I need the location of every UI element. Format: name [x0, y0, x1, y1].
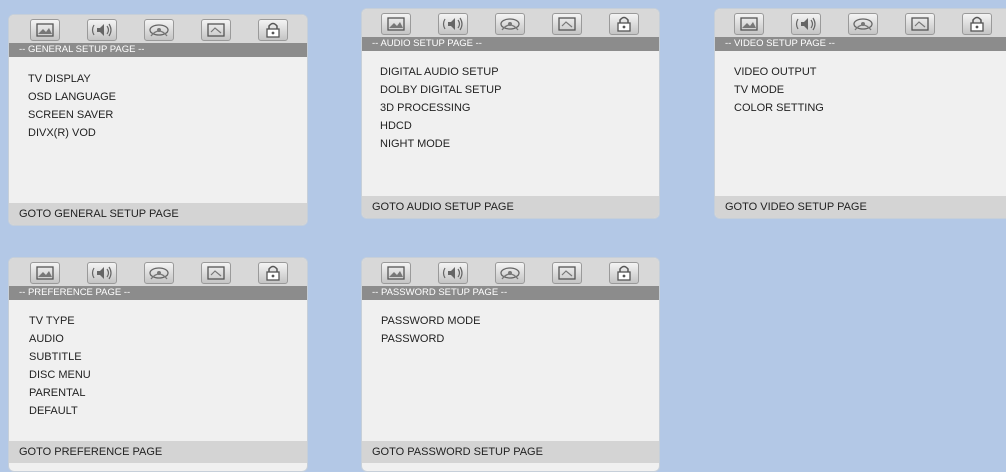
menu-item-tv-mode[interactable]: TV MODE: [734, 81, 824, 99]
menu-item-night-mode[interactable]: NIGHT MODE: [380, 135, 501, 153]
tab-preference[interactable]: [905, 13, 935, 35]
tab-video-setup[interactable]: [144, 19, 174, 41]
menu-item-dolby-digital-setup[interactable]: DOLBY DIGITAL SETUP: [380, 81, 501, 99]
page-title: -- GENERAL SETUP PAGE --: [9, 43, 307, 57]
menu-item-screen-saver[interactable]: SCREEN SAVER: [28, 106, 116, 124]
tab-preference[interactable]: [552, 262, 582, 284]
video-setup-icon: [149, 24, 169, 37]
general-setup-icon: [387, 266, 405, 280]
menu-item-audio[interactable]: AUDIO: [29, 330, 91, 348]
menu-item-3d-processing[interactable]: 3D PROCESSING: [380, 99, 501, 117]
page-title: -- VIDEO SETUP PAGE --: [715, 37, 1006, 51]
menu-item-password[interactable]: PASSWORD: [381, 330, 480, 348]
menu-item-disc-menu[interactable]: DISC MENU: [29, 366, 91, 384]
icon-bar: [715, 9, 1006, 37]
general-setup-icon: [740, 17, 758, 31]
video-setup-icon: [500, 267, 520, 280]
menu-item-password-mode[interactable]: PASSWORD MODE: [381, 312, 480, 330]
audio-setup-icon: [795, 17, 816, 31]
menu-item-osd-language[interactable]: OSD LANGUAGE: [28, 88, 116, 106]
menu-item-hdcd[interactable]: HDCD: [380, 117, 501, 135]
tab-password[interactable]: [609, 262, 639, 284]
page-title: -- PREFERENCE PAGE --: [9, 286, 307, 300]
footer-status: GOTO PREFERENCE PAGE: [9, 441, 307, 463]
preference-icon: [558, 266, 576, 280]
general-setup-icon: [36, 23, 54, 37]
menu-list: TV DISPLAY OSD LANGUAGE SCREEN SAVER DIV…: [28, 70, 116, 142]
menu-item-color-setting[interactable]: COLOR SETTING: [734, 99, 824, 117]
tab-video-setup[interactable]: [495, 13, 525, 35]
menu-list: DIGITAL AUDIO SETUP DOLBY DIGITAL SETUP …: [380, 63, 501, 153]
tab-audio-setup[interactable]: [87, 262, 117, 284]
preference-icon: [207, 266, 225, 280]
menu-list: VIDEO OUTPUT TV MODE COLOR SETTING: [734, 63, 824, 117]
tab-general-setup[interactable]: [30, 19, 60, 41]
audio-setup-icon: [442, 266, 463, 280]
icon-bar: [362, 258, 659, 286]
menu-item-subtitle[interactable]: SUBTITLE: [29, 348, 91, 366]
footer-status: GOTO AUDIO SETUP PAGE: [362, 196, 659, 218]
page-title: -- AUDIO SETUP PAGE --: [362, 37, 659, 51]
menu-item-video-output[interactable]: VIDEO OUTPUT: [734, 63, 824, 81]
password-lock-icon: [970, 16, 984, 32]
icon-bar: [9, 258, 307, 286]
general-setup-icon: [36, 266, 54, 280]
tab-video-setup[interactable]: [848, 13, 878, 35]
password-setup-panel: -- PASSWORD SETUP PAGE -- PASSWORD MODE …: [361, 257, 660, 472]
tab-preference[interactable]: [552, 13, 582, 35]
menu-item-divx-vod[interactable]: DIVX(R) VOD: [28, 124, 116, 142]
audio-setup-icon: [91, 266, 112, 280]
tab-general-setup[interactable]: [734, 13, 764, 35]
icon-bar: [362, 9, 659, 37]
tab-password[interactable]: [258, 19, 288, 41]
tab-preference[interactable]: [201, 262, 231, 284]
menu-list: TV TYPE AUDIO SUBTITLE DISC MENU PARENTA…: [29, 312, 91, 420]
icon-bar: [9, 15, 307, 43]
password-lock-icon: [266, 265, 280, 281]
tab-password[interactable]: [962, 13, 992, 35]
menu-item-default[interactable]: DEFAULT: [29, 402, 91, 420]
menu-item-tv-type[interactable]: TV TYPE: [29, 312, 91, 330]
footer-status: GOTO VIDEO SETUP PAGE: [715, 196, 1006, 218]
tab-audio-setup[interactable]: [438, 13, 468, 35]
preference-icon: [558, 17, 576, 31]
menu-item-tv-display[interactable]: TV DISPLAY: [28, 70, 116, 88]
page-title: -- PASSWORD SETUP PAGE --: [362, 286, 659, 300]
password-lock-icon: [617, 265, 631, 281]
audio-setup-panel: -- AUDIO SETUP PAGE -- DIGITAL AUDIO SET…: [361, 8, 660, 219]
password-lock-icon: [266, 22, 280, 38]
preference-panel: -- PREFERENCE PAGE -- TV TYPE AUDIO SUBT…: [8, 257, 308, 472]
tab-audio-setup[interactable]: [87, 19, 117, 41]
tab-general-setup[interactable]: [381, 13, 411, 35]
footer-status: GOTO GENERAL SETUP PAGE: [9, 203, 307, 225]
tab-video-setup[interactable]: [495, 262, 525, 284]
tab-general-setup[interactable]: [30, 262, 60, 284]
tab-video-setup[interactable]: [144, 262, 174, 284]
tab-preference[interactable]: [201, 19, 231, 41]
video-setup-icon: [500, 18, 520, 31]
video-setup-panel: -- VIDEO SETUP PAGE -- VIDEO OUTPUT TV M…: [714, 8, 1006, 219]
menu-list: PASSWORD MODE PASSWORD: [381, 312, 480, 348]
general-setup-panel: -- GENERAL SETUP PAGE -- TV DISPLAY OSD …: [8, 14, 308, 226]
tab-password[interactable]: [609, 13, 639, 35]
preference-icon: [207, 23, 225, 37]
tab-audio-setup[interactable]: [438, 262, 468, 284]
audio-setup-icon: [91, 23, 112, 37]
footer-status: GOTO PASSWORD SETUP PAGE: [362, 441, 659, 463]
video-setup-icon: [149, 267, 169, 280]
general-setup-icon: [387, 17, 405, 31]
menu-item-digital-audio-setup[interactable]: DIGITAL AUDIO SETUP: [380, 63, 501, 81]
password-lock-icon: [617, 16, 631, 32]
menu-item-parental[interactable]: PARENTAL: [29, 384, 91, 402]
preference-icon: [911, 17, 929, 31]
tab-audio-setup[interactable]: [791, 13, 821, 35]
tab-general-setup[interactable]: [381, 262, 411, 284]
tab-password[interactable]: [258, 262, 288, 284]
video-setup-icon: [853, 18, 873, 31]
audio-setup-icon: [442, 17, 463, 31]
